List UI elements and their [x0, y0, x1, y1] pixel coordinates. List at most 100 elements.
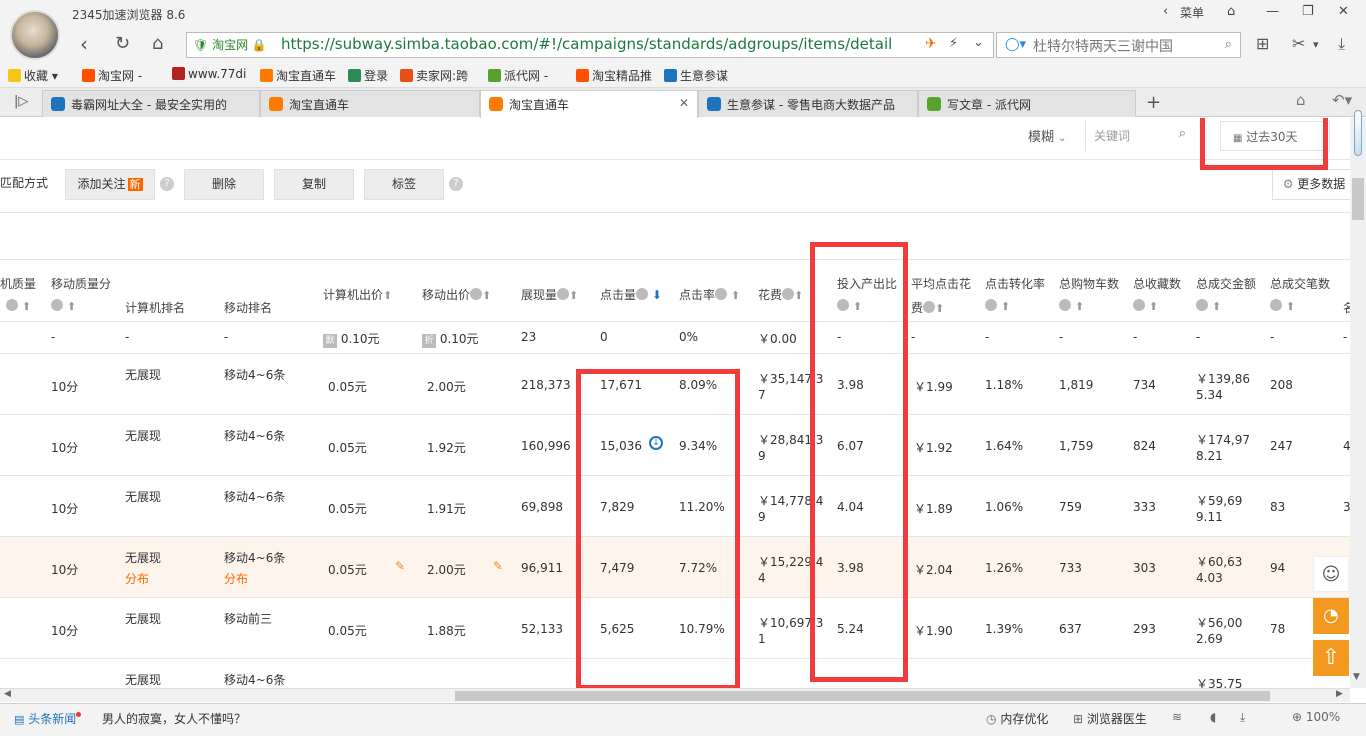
cell-mobile-bid[interactable]: 1.88元 [427, 622, 466, 639]
tab-sycm[interactable]: 生意参谋 - 零售电商大数据产品 [698, 90, 918, 117]
help-icon[interactable]: ? [160, 177, 174, 191]
home-icon[interactable]: ⌂ [152, 32, 163, 56]
cell-mobile-rank: 移动4~6条 [224, 368, 286, 382]
chevron-left-icon[interactable]: ‹ [1163, 4, 1168, 19]
chevron-down-icon[interactable]: ▾ [1313, 38, 1319, 51]
keyword-input[interactable]: 关键词 ⌕ [1086, 121, 1198, 151]
col-clicks[interactable]: 点击量 ⬇ [600, 286, 662, 303]
horizontal-scrollbar[interactable]: ◀ ▶ [0, 688, 1350, 702]
sort-icon[interactable]: ⬆ [1270, 299, 1295, 313]
skin-icon[interactable]: ⌂ [1227, 4, 1235, 19]
bookmark-jingpin[interactable]: 淘宝精品推 [576, 67, 652, 84]
cell-mobile-bid[interactable]: 2.00元 [427, 378, 466, 395]
bookmark-77di[interactable]: www.77di [172, 67, 246, 81]
sidebar-toggle-icon[interactable]: |▷ [14, 94, 28, 109]
tab-paidai[interactable]: 写文章 - 派代网 [918, 90, 1136, 117]
headline-link[interactable]: 男人的寂寞，女人不懂吗？ [102, 710, 246, 727]
search-icon[interactable]: ⌕ [1179, 126, 1186, 141]
back-icon[interactable]: ‹ [80, 32, 88, 56]
mobile-distribution-link[interactable]: 分布 [224, 570, 248, 587]
cell-pc-bid[interactable]: 0.05元 [328, 561, 367, 578]
cell-pc-bid[interactable]: 0.05元 [328, 500, 367, 517]
zoom-control[interactable]: ⊕ 100% [1292, 710, 1340, 724]
search-icon[interactable]: ⌕ [1225, 37, 1232, 52]
user-avatar[interactable] [10, 10, 60, 60]
vertical-scrollbar[interactable]: ▼ [1350, 110, 1366, 688]
col-cost[interactable]: 花费 ⬆ [758, 286, 803, 303]
bookmark-ztc[interactable]: 淘宝直通车 [260, 67, 336, 84]
col-impressions[interactable]: 展现量 ⬆ [521, 286, 578, 303]
search-engine-icon[interactable]: ◯▾ [1005, 37, 1026, 52]
chevron-down-icon[interactable]: ⌄ [973, 35, 984, 50]
more-data-button[interactable]: ⚙ 更多数据 [1272, 169, 1350, 200]
tab-duba[interactable]: 毒霸网址大全 - 最安全实用的 [42, 90, 260, 117]
download-icon[interactable]: ⤓ [1338, 34, 1345, 54]
grid-icon[interactable]: ⊞ [1256, 34, 1269, 53]
close-icon[interactable]: ✕ [1338, 4, 1349, 19]
maximize-icon[interactable]: ❐ [1302, 4, 1314, 19]
browser-doctor-button[interactable]: ⊞ 浏览器医生 [1073, 710, 1147, 727]
tag-button[interactable]: 标签 [364, 169, 444, 200]
minimize-icon[interactable]: — [1266, 4, 1279, 19]
sort-icon[interactable]: ⬆ [6, 299, 31, 313]
cell-pc-bid[interactable]: 0.05元 [328, 439, 367, 456]
help-icon[interactable]: ? [449, 177, 463, 191]
download-icon[interactable]: ⤓ [1240, 710, 1245, 725]
menu-button[interactable]: 菜单 [1180, 4, 1204, 21]
sort-icon[interactable]: ⬆ [51, 299, 76, 313]
refresh-icon[interactable]: ↻ [115, 32, 130, 56]
new-tab-icon[interactable]: + [1146, 92, 1161, 113]
undo-icon[interactable]: ↶▾ [1332, 91, 1352, 109]
cell-mobile-bid[interactable]: 2.00元 [427, 561, 466, 578]
back-to-top-icon[interactable]: ⇧ [1313, 640, 1349, 676]
scroll-down-icon[interactable]: ▼ [1353, 672, 1360, 682]
sort-icon[interactable]: ⬆ [1133, 299, 1158, 313]
tab-ztc-1[interactable]: 淘宝直通车 [260, 90, 480, 117]
add-follow-button[interactable]: 添加关注新 [65, 169, 155, 200]
bookmark-login[interactable]: 登录 [348, 67, 388, 84]
bookmark-taobao[interactable]: 淘宝网 - [82, 67, 142, 84]
bookmark-paidai[interactable]: 派代网 - [488, 67, 548, 84]
cell-pc-bid[interactable]: 0.05元 [328, 622, 367, 639]
customer-service-icon[interactable]: ☺ [1313, 556, 1349, 592]
scroll-thumb[interactable] [455, 691, 1270, 701]
close-tab-icon[interactable]: ✕ [679, 96, 689, 110]
search-input[interactable]: ◯▾ 杜特尔特两天三谢中国 ⌕ [996, 32, 1241, 58]
sound-icon[interactable]: ◖ [1210, 710, 1216, 724]
cell-pc-rank: 无展现 [125, 490, 162, 504]
scissors-icon[interactable]: ✂ [1292, 34, 1305, 53]
memory-optimize-button[interactable]: ◷ 内存优化 [986, 710, 1048, 727]
edit-pencil-icon[interactable]: ✎ [395, 559, 405, 573]
sort-icon[interactable]: ⬆ [1196, 299, 1221, 313]
edit-pencil-icon[interactable]: ✎ [493, 559, 503, 573]
sort-icon[interactable]: ⬆ [985, 299, 1010, 313]
col-avg-cpc-sort[interactable]: 费 ⬆ [911, 299, 944, 316]
pc-distribution-link[interactable]: 分布 [125, 570, 149, 587]
cell-mobile-bid[interactable]: 1.91元 [427, 500, 466, 517]
col-ctr[interactable]: 点击率 ⬆ [679, 286, 740, 303]
delete-button[interactable]: 删除 [184, 169, 264, 200]
col-mobile-bid[interactable]: 移动出价 ⬆ [422, 286, 491, 303]
tab-ztc-active[interactable]: 淘宝直通车 ✕ [480, 90, 698, 118]
wifi-icon[interactable]: ≋ [1172, 710, 1182, 724]
bookmark-maijia[interactable]: 卖家网:跨 [400, 67, 468, 84]
sort-icon[interactable]: ⬆ [1059, 299, 1084, 313]
scroll-thumb[interactable] [1352, 178, 1364, 220]
lightning-icon[interactable]: ⚡ [949, 36, 958, 51]
news-link[interactable]: ▤ 头条新闻 [14, 710, 82, 727]
cell-pc-bid[interactable]: 0.05元 [328, 378, 367, 395]
rocket-icon[interactable]: ✈ [925, 36, 937, 52]
url-text[interactable]: https://subway.simba.taobao.com/#!/campa… [281, 35, 891, 53]
bookmark-sycm[interactable]: 生意参谋 [664, 67, 728, 84]
extension-icon[interactable]: ⌂ [1296, 91, 1306, 109]
bookmark-favorites[interactable]: 收藏 ▾ [8, 67, 58, 84]
match-select[interactable]: 模糊 ⌄ [1018, 121, 1086, 151]
scroll-left-icon[interactable]: ◀ [4, 689, 11, 699]
match-method-button[interactable]: 匹配方式 [0, 169, 52, 200]
col-pc-bid[interactable]: 计算机出价⬆ [323, 286, 392, 303]
url-field[interactable]: 🛡 淘宝网 🔒 https://subway.simba.taobao.com/… [186, 32, 994, 58]
copy-button[interactable]: 复制 [274, 169, 354, 200]
cell-mobile-bid[interactable]: 1.92元 [427, 439, 466, 456]
feedback-icon[interactable]: ◔ [1313, 598, 1349, 634]
scroll-right-icon[interactable]: ▶ [1336, 689, 1343, 699]
